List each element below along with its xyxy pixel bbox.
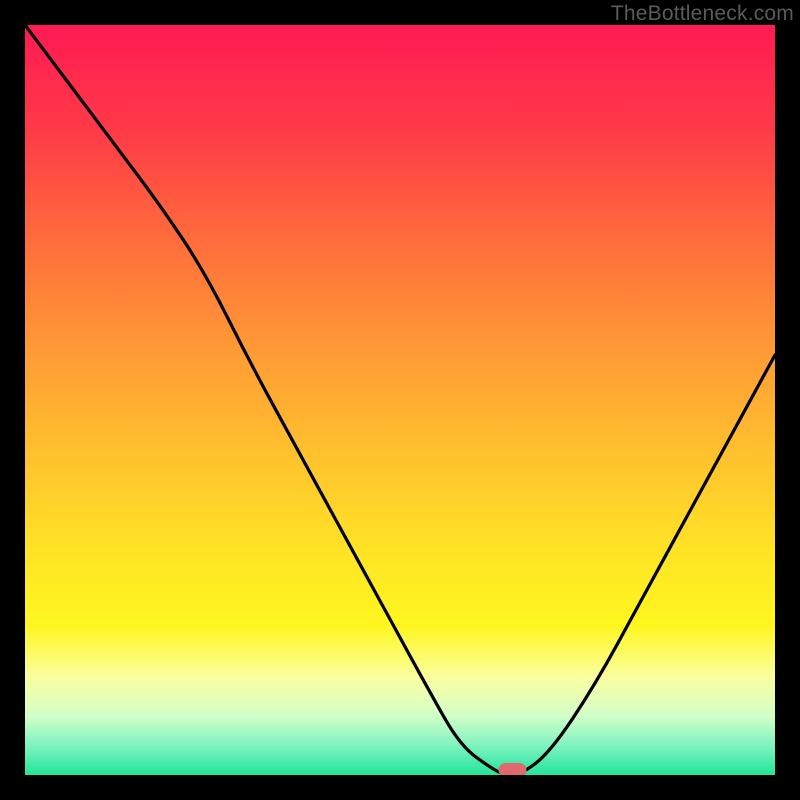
plot-area — [25, 25, 775, 775]
watermark-text: TheBottleneck.com — [611, 2, 794, 26]
curve-svg — [25, 25, 775, 775]
bottleneck-curve — [25, 25, 775, 775]
optimal-marker — [499, 763, 527, 775]
chart-frame: TheBottleneck.com — [0, 0, 800, 800]
